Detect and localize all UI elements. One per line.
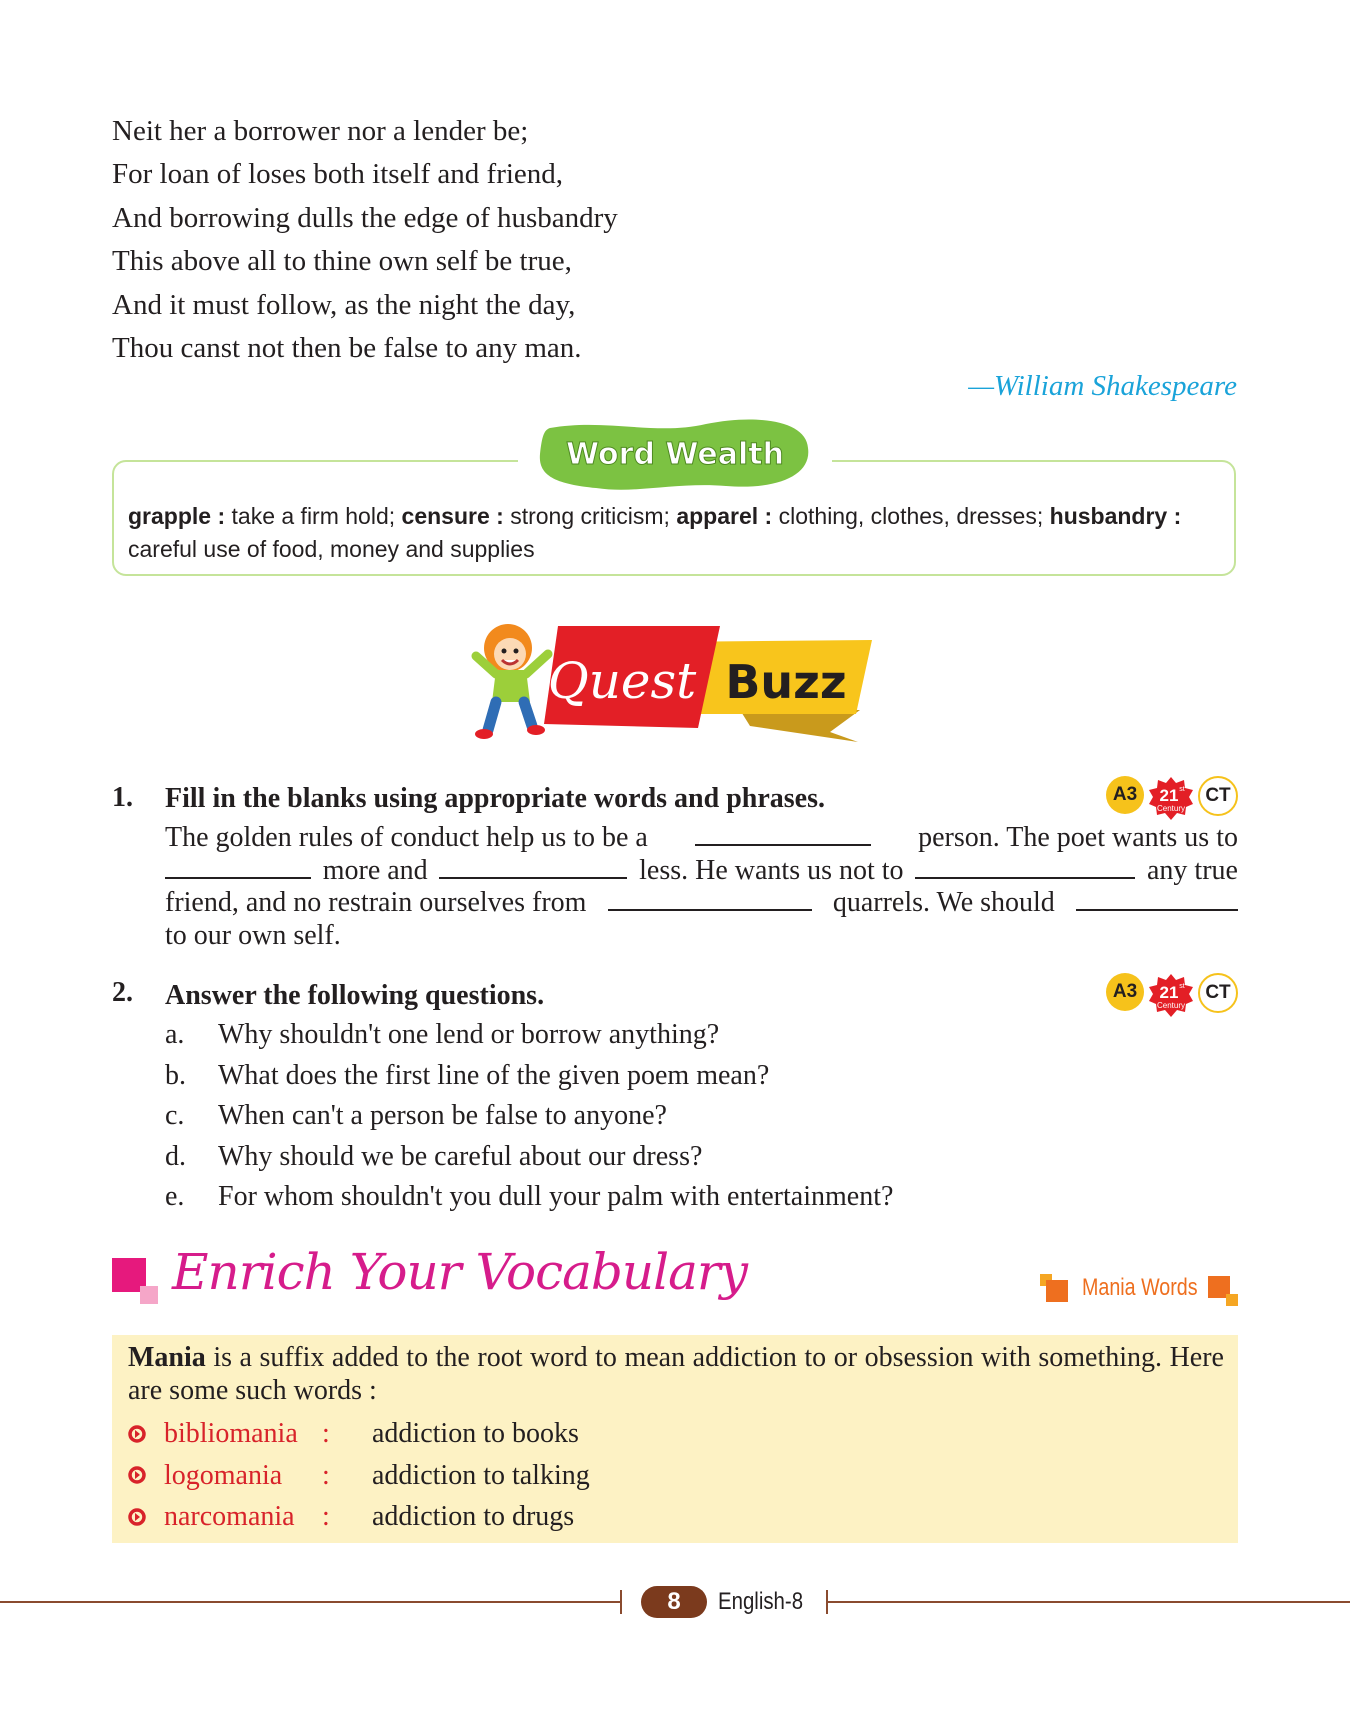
footer-tick [620,1590,622,1614]
word-wealth-definitions: grapple : take a firm hold; censure : st… [128,500,1228,566]
question-number: 1. [112,782,133,813]
mania-word: bibliomania [164,1418,298,1449]
bullet-icon [128,1425,146,1443]
mania-word: narcomania [164,1501,295,1532]
mania-intro: Mania is a suffix added to the root word… [128,1342,1224,1407]
orange-squares-icon [1208,1276,1238,1306]
word-wealth-badge: Word Wealth [539,419,809,490]
fill-text: quarrels. We should [832,887,1055,918]
quest-buzz-banner: Quest Buzz [471,624,872,742]
svg-text:Century: Century [1157,1001,1185,1010]
quest-word: Quest [548,652,697,710]
svg-text:Century: Century [1157,804,1185,813]
mania-words-label: Mania Words [1082,1274,1198,1301]
term: apparel : [676,503,773,529]
buzz-word: Buzz [725,655,846,709]
svg-text:21: 21 [1160,983,1179,1002]
ct-badge: CT [1198,776,1238,816]
bullet-icon [128,1508,146,1526]
list-item: logomania : addiction to talking [128,1455,590,1497]
ct-badge: CT [1198,973,1238,1013]
fill-text: more and [322,854,428,886]
list-item: narcomania : addiction to drugs [128,1496,590,1538]
footer-rule [0,1601,622,1603]
word-wealth-title: Word Wealth [566,437,784,472]
term: censure : [401,503,504,529]
question-2-items: a. Why shouldn't one lend or borrow anyth… [165,1015,893,1218]
list-item: a. Why shouldn't one lend or borrow anyth… [165,1019,720,1050]
orange-squares-icon [1040,1274,1068,1302]
fill-text: any true [1147,854,1238,886]
blank-line [694,822,871,846]
footer-rule [826,1601,1350,1603]
question-heading: Answer the following questions. [165,980,545,1011]
list-item: b. What does the first line of the given … [165,1059,770,1091]
list-item: c. When can't a person be false to anyone… [165,1100,667,1131]
mania-meaning: addiction to books [372,1418,579,1449]
mania-word-list: bibliomania : addiction to books logoman… [128,1413,590,1538]
blank-line [165,855,311,879]
definition: take a firm hold; [225,503,402,529]
poem-line: For loan of loses both itself and friend… [112,158,564,191]
poem-line: And borrowing dulls the edge of husbandr… [112,201,618,234]
poem-line: This above all to thine own self be true… [112,245,572,278]
a3-badge: A3 [1106,776,1144,814]
poem-line: Thou canst not then be false to any man. [112,332,582,365]
poem-line: Neit her a borrower nor a lender be; [112,115,529,147]
list-item: e. For whom shouldn't you dull your palm … [165,1181,894,1212]
blank-line [1076,887,1238,911]
pink-squares-icon [112,1258,158,1304]
mania-word: logomania [164,1459,283,1491]
question-2: Answer the following questions. A3 21 st… [165,973,1238,1019]
term: grapple : [128,503,226,529]
svg-text:st: st [1179,786,1185,793]
enrich-title: Enrich Your Vocabulary [172,1243,748,1301]
blank-line [439,855,628,879]
question-number: 2. [112,977,133,1008]
list-item: d. Why should we be careful about our dre… [165,1140,703,1172]
cartoon-boy-icon [471,624,553,739]
blank-line [915,855,1136,879]
footer-tick [826,1590,828,1614]
term: husbandry : [1049,503,1182,529]
21st-century-badge: 21 st Century [1149,777,1193,820]
question-1-body: The golden rules of conduct help us to b… [165,822,1238,952]
page-number: 8 [641,1586,707,1618]
poem-line: And it must follow, as the night the day… [112,288,576,321]
mania-intro-text: is a suffix added to the root word to me… [128,1342,1224,1406]
svg-text:st: st [1179,983,1185,990]
svg-text:21: 21 [1160,786,1179,805]
fill-text: less. He wants us not to [639,854,904,886]
mania-keyword: Mania [128,1342,206,1373]
mania-meaning: addiction to talking [372,1459,590,1491]
skill-badges: A3 21 st Century CT [1106,973,1238,1019]
list-item: bibliomania : addiction to books [128,1413,590,1455]
blank-line [607,887,812,911]
skill-badges: A3 21 st Century CT [1106,776,1238,822]
definition: strong criticism; [503,503,677,529]
definition: clothing, clothes, dresses; [772,503,1050,529]
question-heading: Fill in the blanks using appropriate wor… [165,783,825,814]
fill-text: person. The poet wants us to [918,822,1238,853]
21st-century-badge: 21 st Century [1149,974,1193,1017]
fill-text: friend, and no restrain ourselves from [165,887,587,918]
bullet-icon [128,1466,146,1484]
definition: careful use of food, money and supplies [128,536,535,562]
poem-author: —William Shakespeare [968,370,1237,402]
mania-meaning: addiction to drugs [372,1501,575,1532]
fill-text: The golden rules of conduct help us to b… [165,822,648,853]
fill-text: to our own self. [165,919,341,951]
a3-badge: A3 [1106,973,1144,1011]
book-title: English-8 [718,1588,804,1615]
poem: Neit her a borrower nor a lender be; For… [112,110,618,370]
question-1: Fill in the blanks using appropriate wor… [165,776,1238,822]
